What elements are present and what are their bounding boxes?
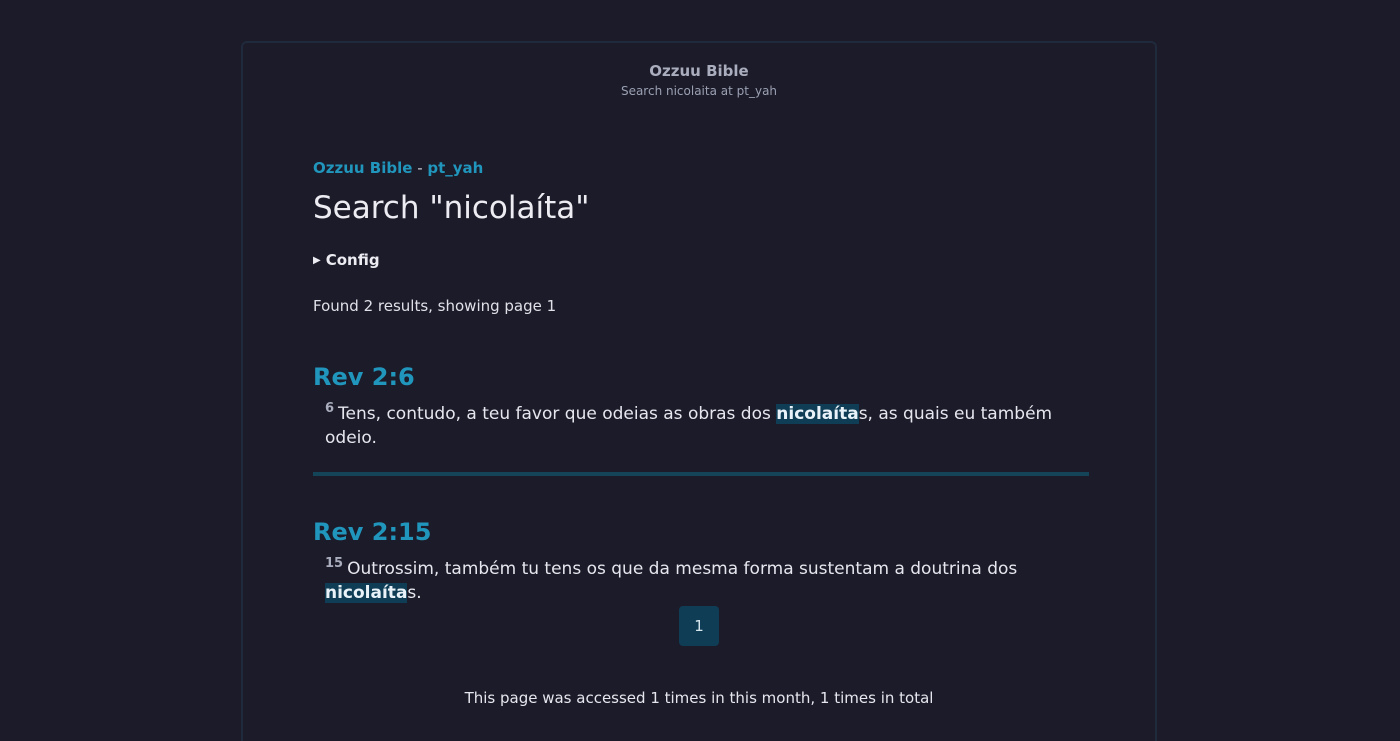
verse-text-before: Tens, contudo, a teu favor que odeias as… [338,404,777,424]
result-item: Rev 2:6 6 Tens, contudo, a teu favor que … [313,361,1089,450]
result-divider [313,472,1089,476]
breadcrumb-home-link[interactable]: Ozzuu Bible [313,159,412,177]
pagination: 1 [243,606,1155,646]
disclosure-triangle-icon: ▶ [313,255,321,266]
page-title: Search "nicolaíta" [313,190,590,226]
config-toggle[interactable]: ▶ Config [313,249,1089,272]
config-label: Config [325,251,380,269]
search-match-highlight: nicolaíta [325,583,408,603]
result-item: Rev 2:15 15 Outrossim, também tu tens os … [313,516,1089,605]
search-match-highlight: nicolaíta [776,404,859,424]
verse-number: 6 [325,401,335,416]
breadcrumb: Ozzuu Bible - pt_yah [313,156,1089,180]
access-counter-note: This page was accessed 1 times in this m… [464,689,934,707]
page-button-current[interactable]: 1 [679,606,719,646]
verse-text: 15 Outrossim, também tu tens os que da me… [325,552,1089,605]
verse-text-before: Outrossim, também tu tens os que da mesm… [347,559,1018,579]
breadcrumb-separator: - [412,159,428,177]
results-summary: Found 2 results, showing page 1 [313,297,557,315]
main-card: Ozzuu Bible Search nicolaita at pt_yah O… [241,41,1157,741]
verse-text: 6 Tens, contudo, a teu favor que odeias a… [325,397,1089,450]
content: Ozzuu Bible - pt_yah Search "nicolaíta" … [313,156,1089,605]
result-reference-link[interactable]: Rev 2:15 [313,516,431,548]
site-title[interactable]: Ozzuu Bible [243,61,1155,81]
site-header: Ozzuu Bible Search nicolaita at pt_yah [243,61,1155,99]
result-reference-link[interactable]: Rev 2:6 [313,361,415,393]
breadcrumb-version-link[interactable]: pt_yah [427,159,483,177]
verse-number: 15 [325,556,344,571]
verse-text-after: s. [407,583,422,603]
site-subtitle: Search nicolaita at pt_yah [620,84,778,98]
